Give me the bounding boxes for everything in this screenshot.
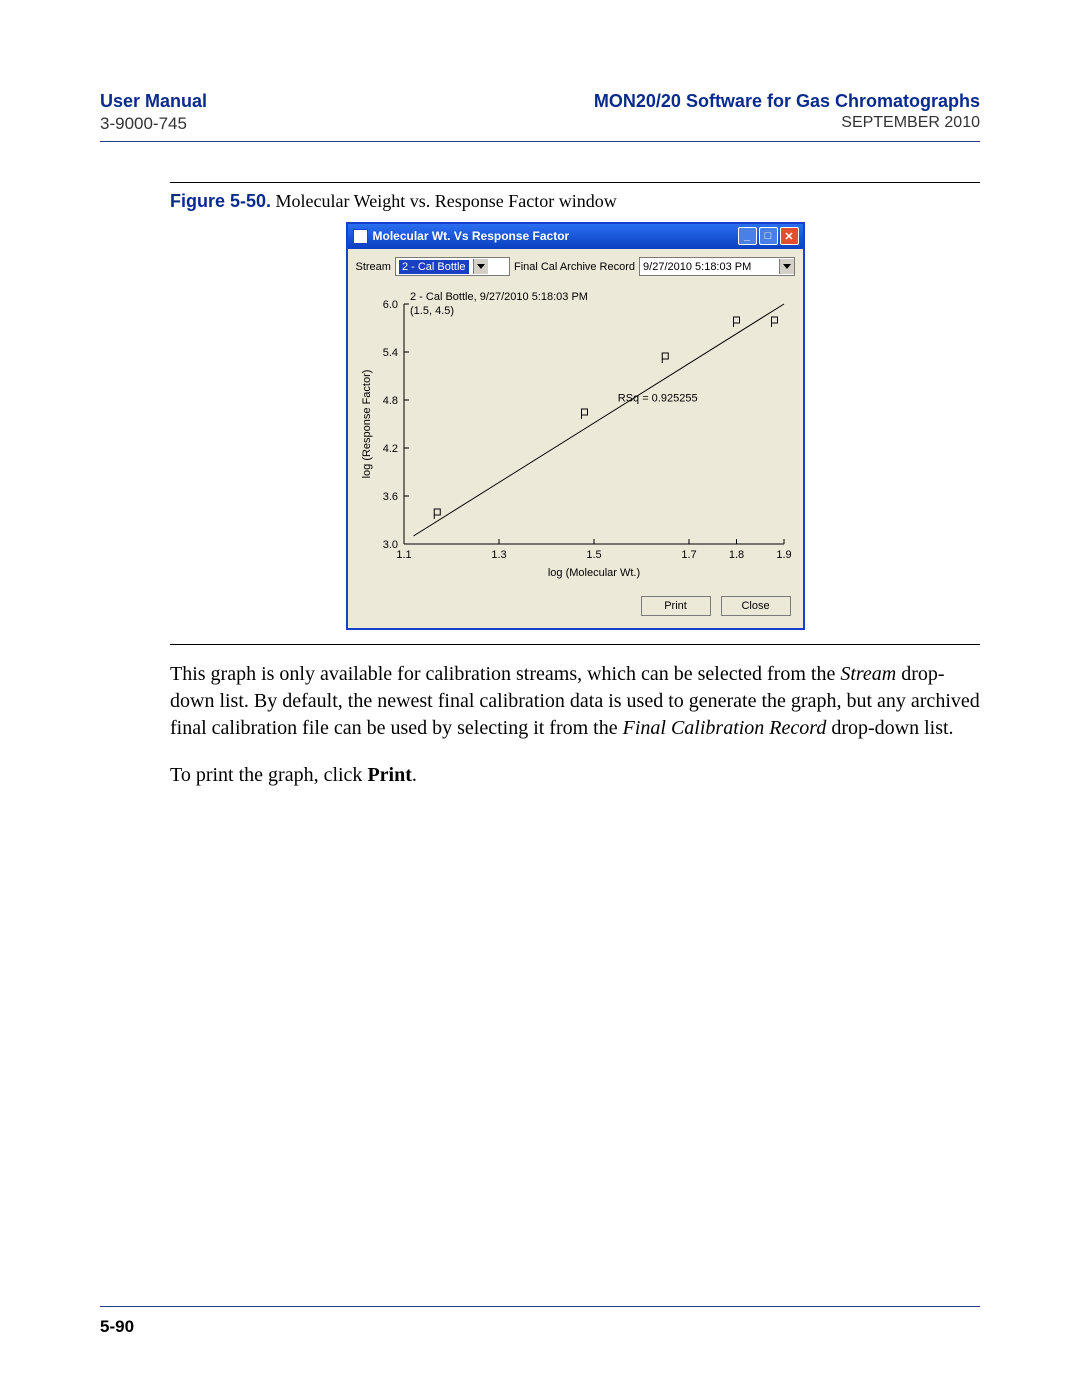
header-right-title: MON20/20 Software for Gas Chromatographs [594,90,980,113]
print-button[interactable]: Print [641,596,711,616]
svg-text:6.0: 6.0 [382,299,397,311]
svg-text:log (Response Factor): log (Response Factor) [361,370,373,479]
svg-text:3.6: 3.6 [382,491,397,503]
record-dropdown[interactable]: 9/27/2010 5:18:03 PM [639,257,794,276]
chevron-down-icon [473,259,488,274]
chevron-down-icon [779,259,794,274]
body-paragraph-2: To print the graph, click Print. [170,762,980,789]
app-window: Molecular Wt. Vs Response Factor _ □ ✕ S… [346,222,805,630]
svg-text:2 - Cal Bottle, 9/27/2010 5:18: 2 - Cal Bottle, 9/27/2010 5:18:03 PM [410,291,588,303]
chart: 1.1 1.3 1.5 1.7 1.8 1.9 3.0 3.6 4.2 4.8 5.4 6.0 log … [356,284,794,584]
svg-text:1.5: 1.5 [586,549,601,561]
app-icon [353,229,368,244]
window-title: Molecular Wt. Vs Response Factor [373,229,738,243]
header-right-sub: SEPTEMBER 2010 [594,113,980,134]
svg-text:RSq = 0.925255: RSq = 0.925255 [617,393,697,405]
minimize-button[interactable]: _ [738,227,757,245]
page-number: 5-90 [100,1317,980,1337]
svg-text:4.2: 4.2 [382,443,397,455]
figure-caption-text: Molecular Weight vs. Response Factor win… [276,191,617,211]
svg-text:4.8: 4.8 [382,395,397,407]
header-rule [100,141,980,142]
figure-label: Figure 5-50. [170,191,271,211]
record-value: 9/27/2010 5:18:03 PM [643,261,751,273]
record-label: Final Cal Archive Record [514,261,635,273]
svg-text:1.9: 1.9 [776,549,791,561]
svg-text:1.8: 1.8 [728,549,743,561]
figure-rule-top [170,182,980,183]
stream-label: Stream [356,261,391,273]
maximize-button[interactable]: □ [759,227,778,245]
svg-text:1.1: 1.1 [396,549,411,561]
svg-text:1.7: 1.7 [681,549,696,561]
toolbar: Stream 2 - Cal Bottle Final Cal Archive … [348,249,803,282]
body-paragraph-1: This graph is only available for calibra… [170,661,980,742]
svg-text:5.4: 5.4 [382,347,397,359]
svg-text:3.0: 3.0 [382,539,397,551]
stream-value: 2 - Cal Bottle [399,260,469,274]
svg-text:(1.5, 4.5): (1.5, 4.5) [410,305,454,317]
titlebar[interactable]: Molecular Wt. Vs Response Factor _ □ ✕ [348,224,803,249]
header-left-title: User Manual [100,90,207,113]
close-button[interactable]: Close [721,596,791,616]
figure-rule-bottom [170,644,980,645]
svg-text:1.3: 1.3 [491,549,506,561]
close-window-button[interactable]: ✕ [780,227,799,245]
stream-dropdown[interactable]: 2 - Cal Bottle [395,257,510,276]
figure-caption: Figure 5-50. Molecular Weight vs. Respon… [170,191,980,212]
svg-text:log (Molecular Wt.): log (Molecular Wt.) [547,567,639,579]
header-left-sub: 3-9000-745 [100,113,207,135]
footer-rule [100,1306,980,1307]
